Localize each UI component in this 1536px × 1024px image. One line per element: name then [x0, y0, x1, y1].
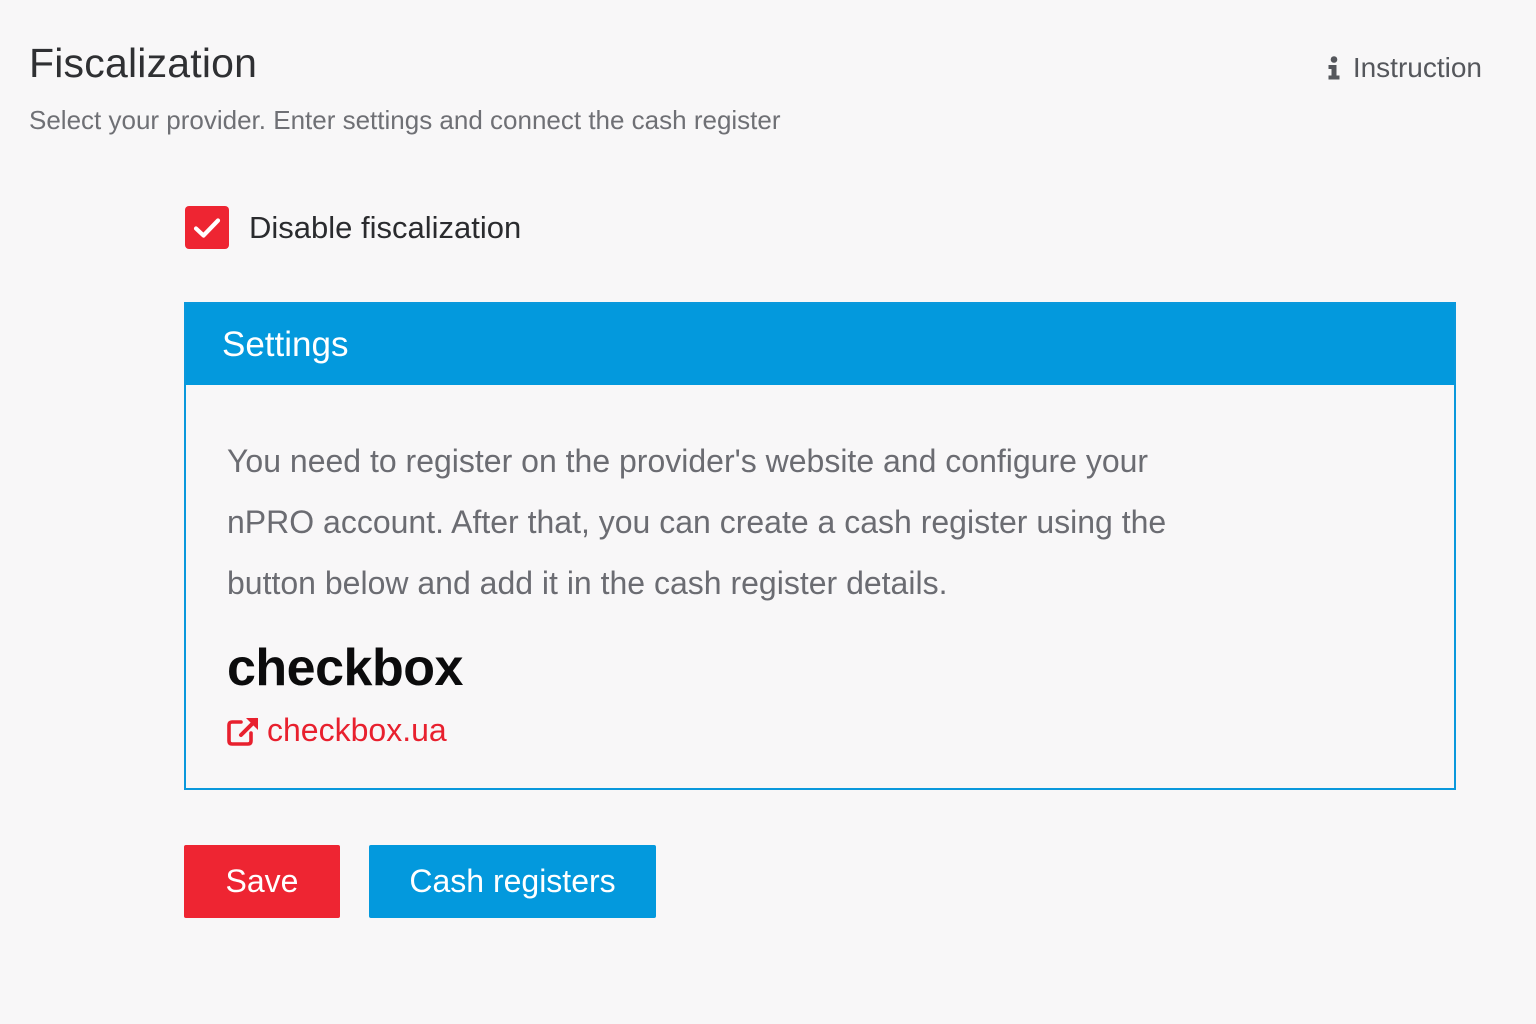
instruction-label: Instruction — [1352, 52, 1482, 83]
instruction-link[interactable]: Instruction — [1327, 52, 1482, 84]
fiscalization-page: Fiscalization Select your provider. Ente… — [0, 0, 1536, 1024]
info-icon — [1327, 56, 1341, 80]
disable-fiscalization-toggle[interactable]: Disable fiscalization — [185, 206, 521, 249]
provider-link-label: checkbox.ua — [267, 712, 447, 748]
disable-fiscalization-checkbox[interactable] — [185, 206, 229, 249]
page-subtitle: Select your provider. Enter settings and… — [29, 105, 781, 135]
cash-registers-button[interactable]: Cash registers — [369, 845, 656, 918]
checkmark-icon — [193, 217, 221, 238]
save-button[interactable]: Save — [184, 845, 340, 918]
page-title: Fiscalization — [29, 40, 258, 86]
provider-website-link[interactable]: checkbox.ua — [227, 712, 1454, 749]
provider-logo: checkbox — [227, 639, 463, 697]
settings-title: Settings — [222, 324, 349, 364]
disable-fiscalization-label: Disable fiscalization — [249, 209, 522, 245]
external-link-icon — [227, 716, 261, 746]
settings-panel: Settings You need to register on the pro… — [184, 302, 1456, 790]
settings-header: Settings — [186, 304, 1454, 385]
settings-body: You need to register on the provider's w… — [186, 385, 1454, 749]
settings-description: You need to register on the provider's w… — [227, 443, 1167, 601]
